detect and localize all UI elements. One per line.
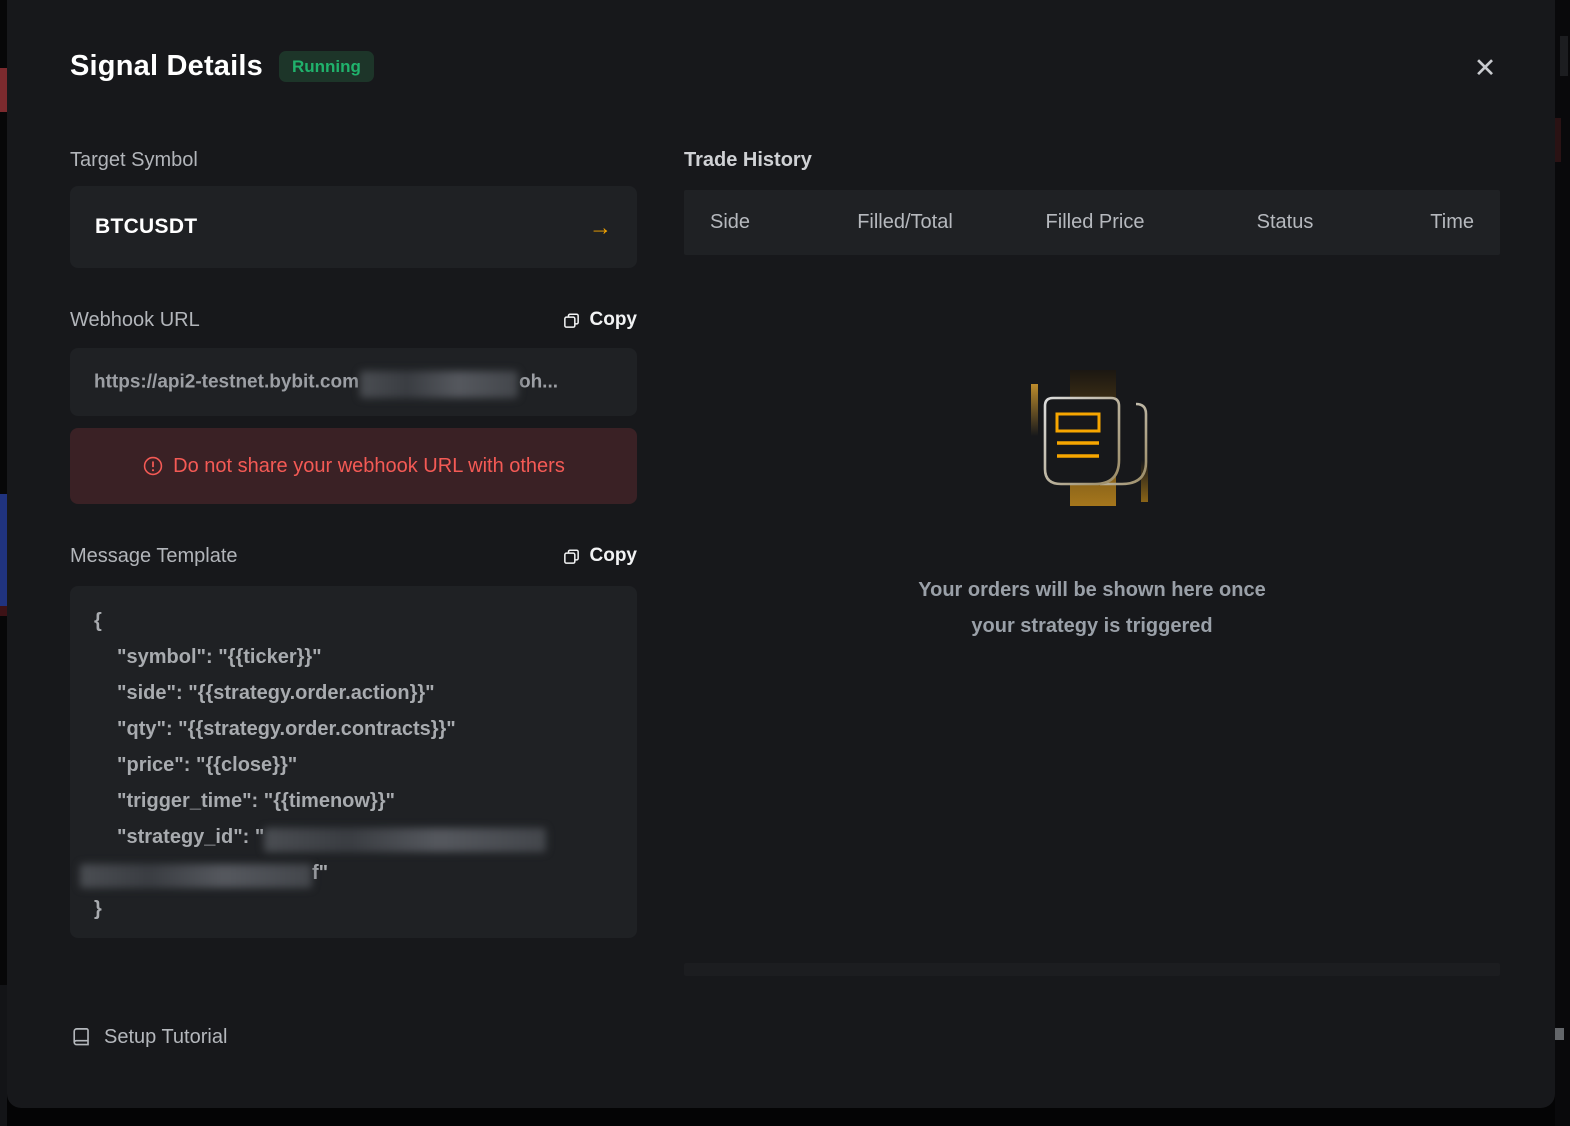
copy-icon [562,547,581,566]
page-title: Signal Details [70,50,263,83]
code-line: "price": "{{close}}" [94,747,613,783]
background-fragment [0,606,7,616]
column-header-filled-price: Filled Price [990,211,1200,234]
redacted-strategy-id [80,864,312,888]
code-line: "symbol": "{{ticker}}" [94,639,613,675]
setup-tutorial-label: Setup Tutorial [104,1026,227,1049]
background-page-right-edge [1555,0,1570,1126]
column-header-status: Status [1200,211,1370,234]
close-button[interactable]: ✕ [1465,50,1505,86]
empty-orders-line2: your strategy is triggered [684,608,1500,644]
page-background: Signal Details Running ✕ Target Symbol B… [0,0,1570,1126]
redacted-strategy-id [264,828,546,852]
column-header-filled-total: Filled/Total [820,211,990,234]
target-symbol-label: Target Symbol [70,148,637,172]
book-icon [70,1026,93,1049]
webhook-warning-text: Do not share your webhook URL with other… [173,455,565,478]
target-symbol-selector[interactable]: BTCUSDT → [70,186,637,268]
message-template-code: { "symbol": "{{ticker}}" "side": "{{stra… [70,586,637,938]
background-fragment [0,985,7,1126]
message-template-row: Message Template Copy [70,542,637,570]
message-template-label: Message Template [70,544,238,568]
code-line: { [94,603,613,639]
code-line: "qty": "{{strategy.order.contracts}}" [94,711,613,747]
setup-tutorial-link[interactable]: Setup Tutorial [70,1026,227,1049]
signal-details-modal: Signal Details Running ✕ Target Symbol B… [7,0,1555,1108]
background-page-left-edge [0,0,7,1126]
background-fragment [1560,36,1568,76]
trade-history-title: Trade History [684,148,1500,172]
webhook-warning-banner: Do not share your webhook URL with other… [70,428,637,504]
webhook-url-label: Webhook URL [70,308,200,332]
background-fragment [1555,1028,1564,1040]
background-fragment [0,494,7,606]
webhook-url-text: https://api2-testnet.bybit.comoh... [94,371,558,394]
close-icon: ✕ [1474,53,1497,83]
trade-history-header-row: Side Filled/Total Filled Price Status Ti… [684,190,1500,255]
copy-label: Copy [590,545,638,567]
copy-label: Copy [590,309,638,331]
background-fragment [0,68,7,112]
empty-orders-line1: Your orders will be shown here once [684,572,1500,608]
code-line: "side": "{{strategy.order.action}}" [94,675,613,711]
table-footer-band [684,963,1500,976]
trade-history-column: Trade History Side Filled/Total Filled P… [684,148,1500,644]
copy-icon [562,311,581,330]
webhook-url-row: Webhook URL Copy [70,306,637,334]
modal-header: Signal Details Running [70,50,374,83]
redacted-url-segment [360,371,518,398]
arrow-right-icon: → [589,214,612,241]
copy-webhook-url-button[interactable]: Copy [562,309,638,331]
copy-template-button[interactable]: Copy [562,545,638,567]
column-header-time: Time [1370,211,1474,234]
target-symbol-value: BTCUSDT [95,215,197,239]
alert-icon [142,455,164,477]
signal-config-column: Target Symbol BTCUSDT → Webhook URL Copy [70,148,637,1049]
background-fragment [1555,118,1561,162]
empty-orders-illustration [684,362,1500,512]
code-line: f" [80,855,613,891]
empty-orders-message: Your orders will be shown here once your… [684,572,1500,644]
code-line: "strategy_id": " [94,819,613,855]
code-line: } [94,891,613,927]
code-line: "trigger_time": "{{timenow}}" [94,783,613,819]
status-badge: Running [279,51,374,82]
column-header-side: Side [710,211,820,234]
webhook-url-value: https://api2-testnet.bybit.comoh... [70,348,637,416]
